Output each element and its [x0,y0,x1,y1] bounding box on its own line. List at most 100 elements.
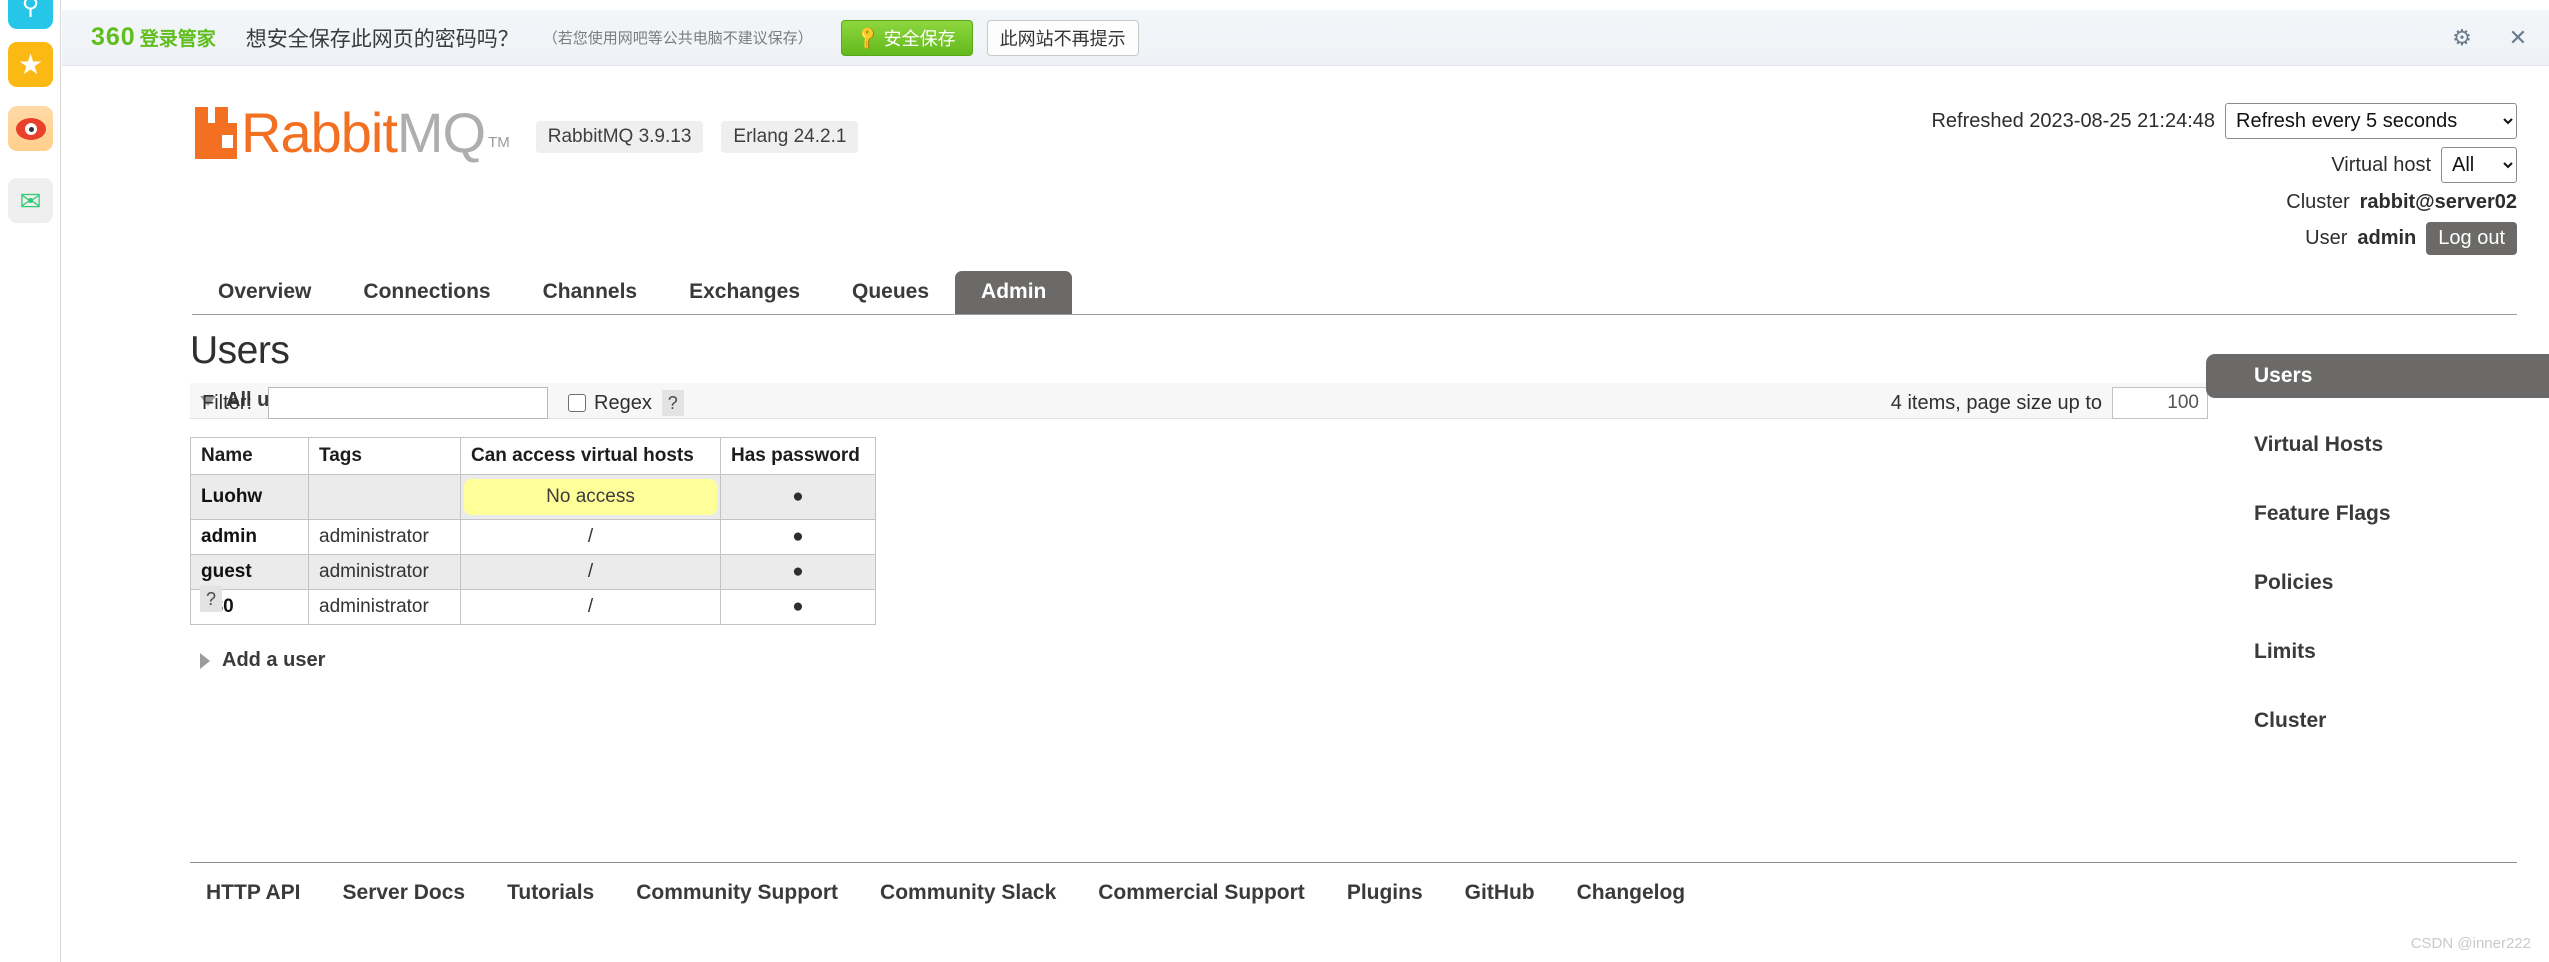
refreshed-timestamp: Refreshed 2023-08-25 21:24:48 [1931,109,2215,132]
tab-queues[interactable]: Queues [826,271,955,314]
pin-icon[interactable]: ⚲ [8,0,53,29]
users-table-head: Name Tags Can access virtual hosts Has p… [190,437,876,475]
footer-link-plugins[interactable]: Plugins [1347,881,1423,905]
page-size-input[interactable] [2112,387,2208,419]
user-name: admin [2357,227,2417,249]
logo-mq-text: MQ [396,101,486,165]
column-header-password[interactable]: Has password [720,437,876,475]
page-title: Users [190,329,290,372]
sidebar-item-users[interactable]: Users [2206,354,2549,398]
column-header-vhosts[interactable]: Can access virtual hosts [460,437,721,475]
footer-link-github[interactable]: GitHub [1465,881,1535,905]
tab-exchanges[interactable]: Exchanges [663,271,826,314]
cell-user-tags: administrator [308,554,461,590]
save-password-label: 安全保存 [883,28,956,49]
cluster-label: Cluster [2286,191,2350,213]
column-header-name[interactable]: Name [190,437,309,475]
add-a-user-section-header[interactable]: Add a user [190,649,325,672]
cell-has-password: ● [720,519,876,555]
regex-checkbox[interactable] [568,394,586,412]
vhost-label: Virtual host [2331,153,2431,176]
weibo-glyph [15,117,46,140]
refresh-row: Refreshed 2023-08-25 21:24:48 Refresh ev… [1931,103,2517,139]
footer-link-tutorials[interactable]: Tutorials [507,881,594,905]
log-out-button[interactable]: Log out [2426,222,2517,255]
dismiss-site-button[interactable]: 此网站不再提示 [986,19,1139,56]
user-row: User admin Log out [1931,222,2517,255]
notification-question: 想安全保存此网页的密码吗？ [245,27,519,51]
envelope-glyph: ✉ [19,185,42,216]
users-table-header-row: Name Tags Can access virtual hosts Has p… [190,437,876,475]
sidebar-item-feature-flags[interactable]: Feature Flags [2226,492,2549,536]
table-row[interactable]: admin administrator / ● [190,519,876,555]
has-password-dot-icon: ● [792,526,804,547]
cell-user-tags: administrator [308,589,461,625]
dismiss-site-label: 此网站不再提示 [999,28,1126,49]
cell-user-name[interactable]: admin [190,519,309,555]
regex-help-icon[interactable]: ? [661,390,684,416]
cell-user-name[interactable]: Luohw [190,474,309,520]
regex-label: Regex [594,391,652,414]
cell-user-tags [308,474,461,520]
has-password-dot-icon: ● [792,596,804,617]
footer-link-community-support[interactable]: Community Support [636,881,838,905]
star-icon[interactable]: ★ [8,42,53,87]
rabbitmq-version-badge: RabbitMQ 3.9.13 [535,121,704,153]
users-table-body: Luohw No access ● admin administrator / ● guest… [190,474,876,625]
sidebar-item-cluster[interactable]: Cluster [2226,699,2549,743]
users-table: Name Tags Can access virtual hosts Has p… [190,437,876,625]
main-navigation: Overview Connections Channels Exchanges Queu… [192,269,2517,315]
brand-number: 360 [91,23,136,51]
page-size-control: 4 items, page size up to [1891,387,2208,419]
gear-icon[interactable]: ⚙ [2449,26,2475,49]
footer-link-server-docs[interactable]: Server Docs [343,881,466,905]
footer-link-http-api[interactable]: HTTP API [206,881,301,905]
filter-input[interactable] [268,387,548,419]
sidebar-item-limits[interactable]: Limits [2226,630,2549,674]
weibo-icon[interactable] [8,106,53,151]
cell-virtual-hosts: / [460,519,721,555]
brand-name: 登录管家 [139,29,216,50]
cell-virtual-hosts: / [460,554,721,590]
chevron-right-icon[interactable] [200,652,210,669]
table-help-icon[interactable]: ? [200,586,222,612]
table-row[interactable]: guest administrator / ● [190,554,876,590]
star-glyph: ★ [17,48,44,80]
sidebar-item-policies[interactable]: Policies [2226,561,2549,605]
cell-user-name[interactable]: guest [190,554,309,590]
filter-row: Filter: Regex ? 4 items, page size up to [190,381,2208,425]
cell-has-password: ● [720,589,876,625]
cluster-row: Cluster rabbit@server02 [1931,191,2517,214]
notification-brand: 360 登录管家 [91,23,216,52]
users-content: Users All users Filter: Regex ? 4 items,… [190,329,2210,671]
column-header-tags[interactable]: Tags [308,437,461,475]
table-row[interactable]: n80administrator/● [190,589,876,625]
cell-virtual-hosts: No access [460,474,721,520]
status-block: Refreshed 2023-08-25 21:24:48 Refresh ev… [1931,103,2517,263]
mail-icon[interactable]: ✉ [8,178,53,223]
close-icon[interactable]: ✕ [2505,26,2531,49]
logo-rabbit-text: Rabbit [241,101,398,165]
cell-user-tags: administrator [308,519,461,555]
table-row[interactable]: Luohw No access ● [190,474,876,520]
key-icon: 🔑 [854,24,882,51]
erlang-version-badge: Erlang 24.2.1 [721,121,859,153]
rabbitmq-logo[interactable]: Rabbit MQ TM RabbitMQ 3.9.13 Erlang 24.2… [195,101,859,165]
save-password-button[interactable]: 🔑 安全保存 [840,19,973,56]
virtual-host-select[interactable]: All/ [2441,147,2517,183]
has-password-dot-icon: ● [792,486,804,507]
filter-label: Filter: [202,391,252,414]
footer-link-commercial-support[interactable]: Commercial Support [1098,881,1305,905]
tab-overview[interactable]: Overview [192,271,337,314]
tab-channels[interactable]: Channels [517,271,664,314]
cell-virtual-hosts: / [460,589,721,625]
footer-link-community-slack[interactable]: Community Slack [880,881,1056,905]
logo-trademark: TM [488,134,510,151]
tab-admin[interactable]: Admin [955,271,1073,314]
sidebar-item-virtual-hosts[interactable]: Virtual Hosts [2226,423,2549,467]
refresh-interval-select[interactable]: Refresh every 5 secondsRefresh every 10 … [2225,103,2517,139]
footer-link-changelog[interactable]: Changelog [1577,881,1686,905]
no-access-badge: No access [464,479,717,515]
user-label: User [2305,227,2348,249]
tab-connections[interactable]: Connections [337,271,516,314]
